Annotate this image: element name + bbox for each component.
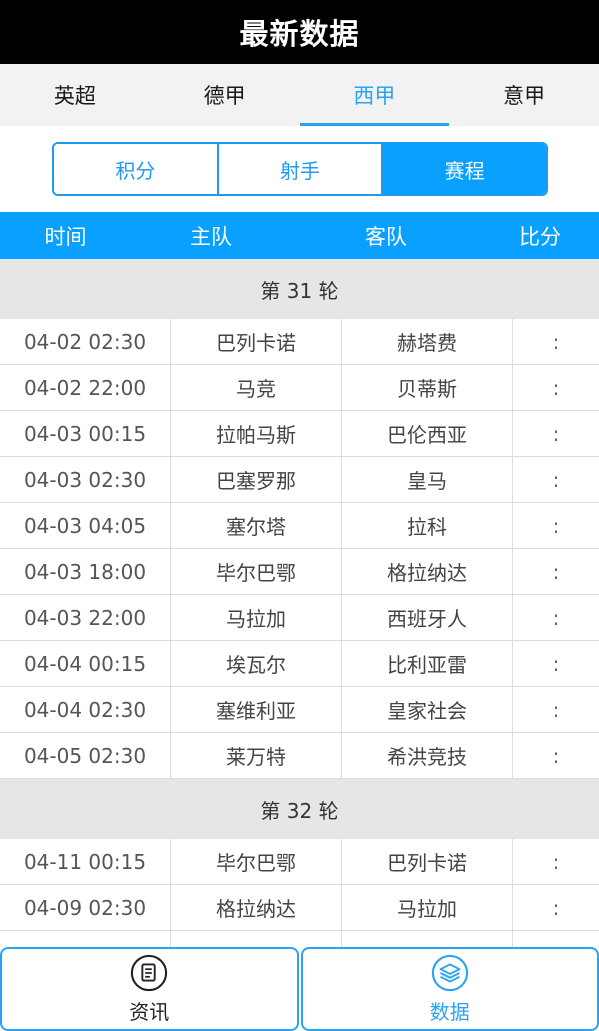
away-team: 西班牙人 bbox=[342, 595, 513, 640]
segment-schedule[interactable]: 赛程 bbox=[381, 144, 546, 194]
match-time: 04-09 02:30 bbox=[0, 885, 171, 930]
home-team: 马竞 bbox=[171, 365, 342, 410]
match-row[interactable]: 04-03 00:15 拉帕马斯 巴伦西亚: bbox=[0, 411, 599, 457]
away-team: 巴列卡诺 bbox=[342, 839, 513, 884]
home-team: 拉帕马斯 bbox=[171, 411, 342, 456]
away-team: 马拉加 bbox=[342, 885, 513, 930]
away-team: 比利亚雷 bbox=[342, 641, 513, 686]
match-score: : bbox=[552, 513, 560, 538]
home-team: 莱万特 bbox=[171, 733, 342, 778]
home-team bbox=[171, 931, 342, 947]
match-time: 04-04 00:15 bbox=[0, 641, 171, 686]
match-score: : bbox=[552, 651, 560, 676]
match-row[interactable]: 04-04 02:30 塞维利亚 皇家社会: bbox=[0, 687, 599, 733]
column-score: 比分 bbox=[519, 224, 561, 249]
match-score: : bbox=[552, 697, 560, 722]
match-time: 04-03 00:15 bbox=[0, 411, 171, 456]
away-team: 赫塔费 bbox=[342, 319, 513, 364]
home-team: 马拉加 bbox=[171, 595, 342, 640]
match-score: : bbox=[552, 467, 560, 492]
nav-news[interactable]: 资讯 bbox=[0, 947, 299, 1031]
bottom-navigation: 资讯 数据 bbox=[0, 947, 599, 1031]
nav-data[interactable]: 数据 bbox=[300, 947, 599, 1031]
match-row[interactable]: 04-03 18:00 毕尔巴鄂 格拉纳达: bbox=[0, 549, 599, 595]
match-time: 04-11 00:15 bbox=[0, 839, 171, 884]
column-away-team: 客队 bbox=[365, 224, 407, 249]
match-time: 04-03 22:00 bbox=[0, 595, 171, 640]
league-tabs: 英超 德甲 西甲 意甲 bbox=[0, 64, 599, 126]
tab-la-liga[interactable]: 西甲 bbox=[299, 64, 450, 126]
home-team: 格拉纳达 bbox=[171, 885, 342, 930]
away-team: 希洪竞技 bbox=[342, 733, 513, 778]
home-team: 埃瓦尔 bbox=[171, 641, 342, 686]
segment-scorers[interactable]: 射手 bbox=[216, 144, 382, 194]
segment-standings[interactable]: 积分 bbox=[54, 144, 217, 194]
tab-bundesliga[interactable]: 德甲 bbox=[150, 64, 300, 126]
match-score bbox=[513, 931, 599, 947]
match-time: 04-03 04:05 bbox=[0, 503, 171, 548]
match-row[interactable]: 04-02 22:00 马竞 贝蒂斯: bbox=[0, 365, 599, 411]
match-score: : bbox=[552, 559, 560, 584]
schedule-column-header: 时间 主队 客队 比分 bbox=[0, 212, 599, 259]
away-team bbox=[342, 931, 513, 947]
news-icon bbox=[131, 954, 168, 991]
match-time: 04-03 02:30 bbox=[0, 457, 171, 502]
away-team: 巴伦西亚 bbox=[342, 411, 513, 456]
data-layers-icon bbox=[431, 954, 468, 991]
match-time: 04-04 02:30 bbox=[0, 687, 171, 732]
home-team: 巴塞罗那 bbox=[171, 457, 342, 502]
round-header: 第 31 轮 bbox=[0, 259, 599, 319]
away-team: 皇家社会 bbox=[342, 687, 513, 732]
match-score: : bbox=[552, 849, 560, 874]
match-time: 04-02 22:00 bbox=[0, 365, 171, 410]
round-header: 第 32 轮 bbox=[0, 779, 599, 839]
match-score: : bbox=[552, 895, 560, 920]
tab-premier-league[interactable]: 英超 bbox=[0, 64, 150, 126]
match-score: : bbox=[552, 329, 560, 354]
match-time: 04-03 18:00 bbox=[0, 549, 171, 594]
column-time: 时间 bbox=[44, 224, 87, 249]
match-score: : bbox=[552, 375, 560, 400]
page-title: 最新数据 bbox=[0, 0, 599, 64]
home-team: 毕尔巴鄂 bbox=[171, 549, 342, 594]
match-row[interactable]: 04-03 02:30 巴塞罗那 皇马: bbox=[0, 457, 599, 503]
match-row[interactable]: 04-05 02:30 莱万特 希洪竞技: bbox=[0, 733, 599, 779]
column-home-team: 主队 bbox=[190, 224, 232, 249]
home-team: 毕尔巴鄂 bbox=[171, 839, 342, 884]
match-row[interactable]: 04-11 00:15 毕尔巴鄂 巴列卡诺: bbox=[0, 839, 599, 885]
home-team: 塞尔塔 bbox=[171, 503, 342, 548]
match-row[interactable]: 04-03 22:00 马拉加 西班牙人: bbox=[0, 595, 599, 641]
match-row[interactable]: 04-02 02:30 巴列卡诺 赫塔费: bbox=[0, 319, 599, 365]
away-team: 格拉纳达 bbox=[342, 549, 513, 594]
nav-news-label: 资讯 bbox=[129, 999, 170, 1024]
app-root: 最新数据 英超 德甲 西甲 意甲 积分 射手 赛程 时间 主队 客队 比分 第 … bbox=[0, 0, 599, 1031]
match-time bbox=[0, 931, 171, 947]
match-row[interactable]: 04-09 02:30 格拉纳达 马拉加: bbox=[0, 885, 599, 931]
nav-data-label: 数据 bbox=[429, 999, 470, 1024]
away-team: 皇马 bbox=[342, 457, 513, 502]
away-team: 贝蒂斯 bbox=[342, 365, 513, 410]
match-row[interactable]: 04-04 00:15 埃瓦尔 比利亚雷: bbox=[0, 641, 599, 687]
schedule-list[interactable]: 第 31 轮 04-02 02:30 巴列卡诺 赫塔费:04-02 22:00 马竞 贝蒂… bbox=[0, 259, 599, 947]
match-time: 04-02 02:30 bbox=[0, 319, 171, 364]
home-team: 巴列卡诺 bbox=[171, 319, 342, 364]
home-team: 塞维利亚 bbox=[171, 687, 342, 732]
match-row[interactable]: 04-03 04:05 塞尔塔 拉科: bbox=[0, 503, 599, 549]
tab-serie-a[interactable]: 意甲 bbox=[449, 64, 599, 126]
away-team: 拉科 bbox=[342, 503, 513, 548]
match-score: : bbox=[552, 421, 560, 446]
match-score: : bbox=[552, 605, 560, 630]
match-score: : bbox=[552, 743, 560, 768]
match-row[interactable] bbox=[0, 931, 599, 947]
data-type-segmented-control: 积分 射手 赛程 bbox=[52, 142, 548, 196]
match-time: 04-05 02:30 bbox=[0, 733, 171, 778]
